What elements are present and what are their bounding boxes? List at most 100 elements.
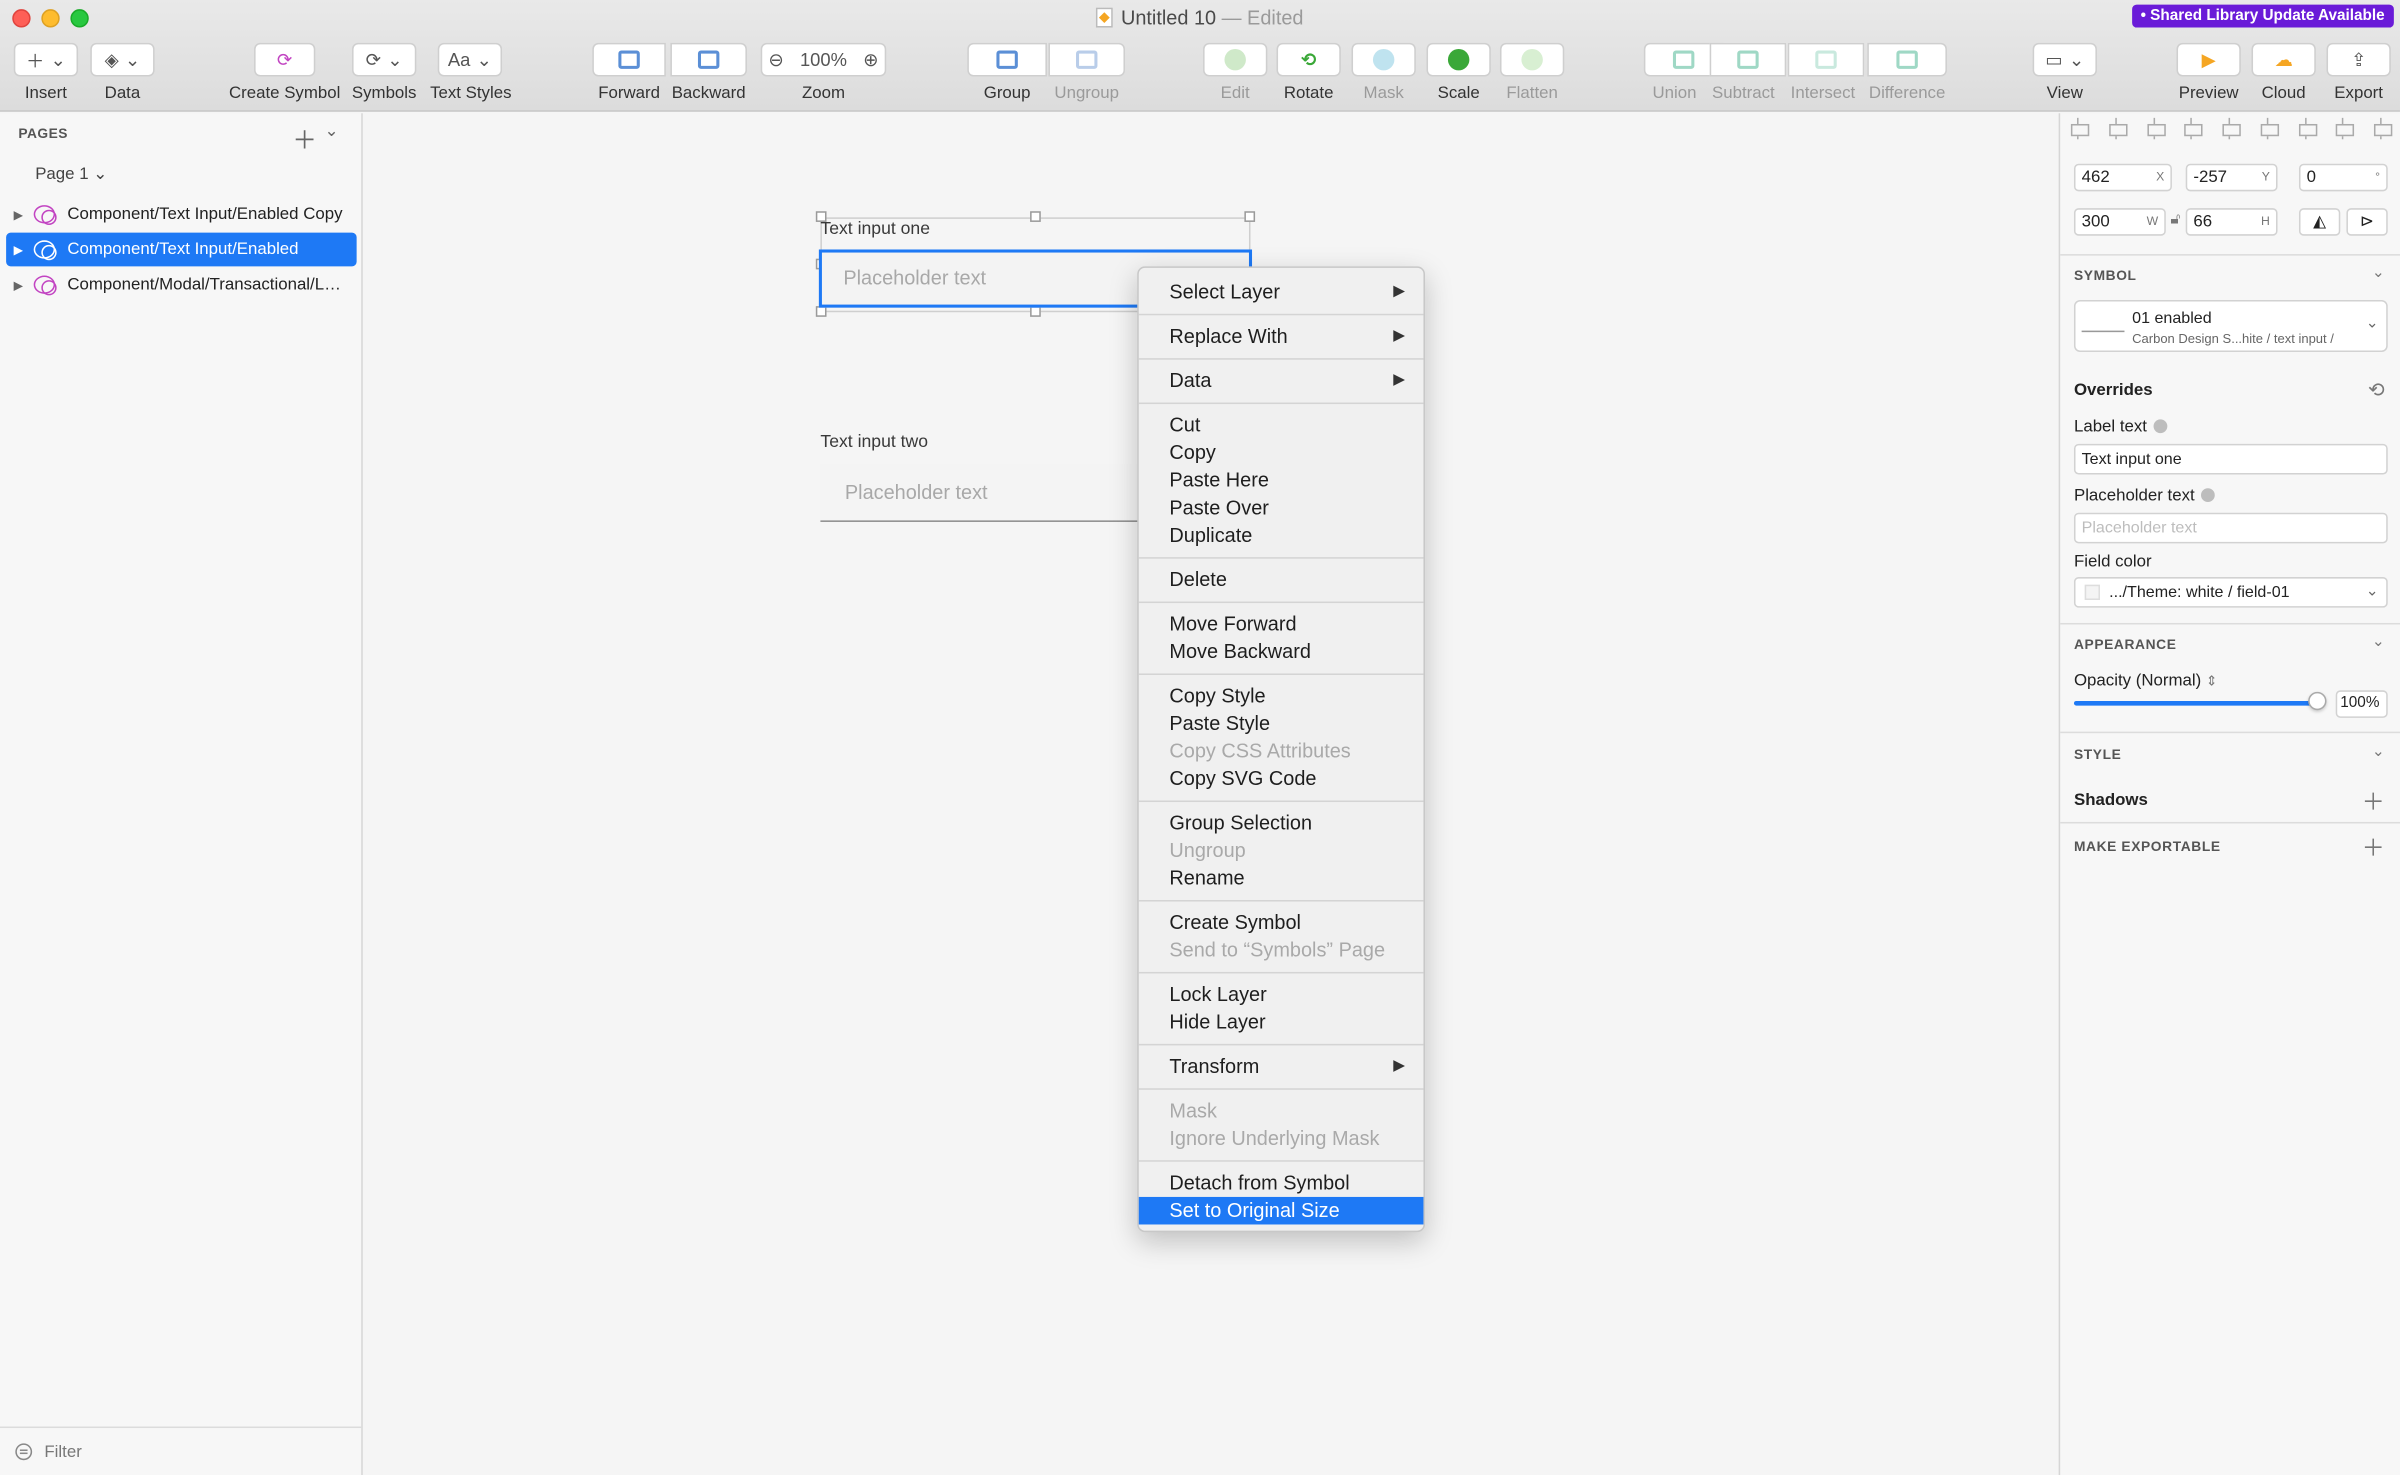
label-text-override-field[interactable]: Text input one bbox=[2073, 443, 2388, 475]
shared-library-update-badge[interactable]: • Shared Library Update Available bbox=[2131, 4, 2394, 28]
field-color-select[interactable]: .../Theme: white / field-01 ⌄ bbox=[2073, 577, 2388, 608]
resize-handle[interactable] bbox=[1030, 306, 1041, 317]
menu-item-select-layer[interactable]: Select Layer bbox=[1139, 279, 1424, 307]
menu-item-paste-style[interactable]: Paste Style bbox=[1139, 710, 1424, 738]
align-top-icon[interactable] bbox=[2297, 117, 2317, 140]
zoom-tool[interactable]: ⊖ 100% ⊕ Zoom bbox=[760, 42, 887, 103]
menu-item-data[interactable]: Data bbox=[1139, 367, 1424, 395]
menu-item-set-to-original-size[interactable]: Set to Original Size bbox=[1138, 1196, 1424, 1225]
menu-item-detach-from-symbol[interactable]: Detach from Symbol bbox=[1139, 1169, 1424, 1197]
create-symbol-tool[interactable]: ⟳ Create Symbol bbox=[227, 42, 343, 103]
forward-tool[interactable]: Forward bbox=[592, 42, 666, 103]
layer-row[interactable]: ▶ Component/Text Input/Enabled Copy bbox=[6, 197, 357, 231]
insert-tool[interactable]: ＋ ⌄ Insert bbox=[12, 42, 79, 103]
align-center-icon[interactable] bbox=[2221, 117, 2241, 140]
mask-tool[interactable]: Mask bbox=[1351, 42, 1416, 103]
ungroup-tool[interactable]: Ungroup bbox=[1048, 42, 1125, 103]
zoom-in-icon[interactable]: ⊕ bbox=[863, 49, 878, 70]
chevron-down-icon[interactable]: ⌄ bbox=[2372, 744, 2385, 761]
edit-button[interactable] bbox=[1203, 42, 1268, 77]
scale-button[interactable] bbox=[1426, 42, 1491, 77]
align-right-icon[interactable] bbox=[2259, 117, 2279, 140]
data-button[interactable]: ◈ ⌄ bbox=[90, 42, 155, 77]
menu-item-replace-with[interactable]: Replace With bbox=[1139, 323, 1424, 351]
menu-item-delete[interactable]: Delete bbox=[1139, 566, 1424, 594]
opacity-slider-thumb[interactable] bbox=[2308, 691, 2327, 711]
menu-item-copy-svg-code[interactable]: Copy SVG Code bbox=[1139, 765, 1424, 793]
chevron-down-icon[interactable]: ⌄ bbox=[2372, 265, 2385, 282]
disclosure-triangle-icon[interactable]: ▶ bbox=[6, 207, 30, 221]
menu-item-transform[interactable]: Transform bbox=[1139, 1053, 1424, 1081]
disclosure-triangle-icon[interactable]: ▶ bbox=[6, 278, 30, 292]
forward-button[interactable] bbox=[592, 42, 666, 77]
lock-proportions-icon[interactable]: 🔓︎ bbox=[2170, 211, 2180, 228]
menu-item-copy-style[interactable]: Copy Style bbox=[1139, 683, 1424, 711]
text-styles-tool[interactable]: Aa ⌄ Text Styles bbox=[430, 42, 512, 103]
placeholder-text-override-field[interactable]: Placeholder text bbox=[2073, 512, 2388, 544]
width-field[interactable]: 300 W bbox=[2073, 208, 2166, 236]
create-symbol-button[interactable]: ⟳ bbox=[254, 42, 316, 77]
zoom-out-icon[interactable]: ⊖ bbox=[768, 49, 783, 70]
align-bottom-icon[interactable] bbox=[2372, 117, 2393, 140]
resize-handle[interactable] bbox=[1030, 211, 1041, 222]
layer-row-selected[interactable]: ▶ Component/Text Input/Enabled bbox=[6, 232, 357, 267]
align-middle-icon[interactable] bbox=[2335, 117, 2355, 140]
export-button[interactable]: ⇪ bbox=[2326, 42, 2391, 77]
backward-button[interactable] bbox=[670, 42, 747, 77]
intersect-button[interactable] bbox=[1787, 42, 1865, 77]
distribute-horizontal-icon[interactable] bbox=[2069, 117, 2090, 140]
union-tool[interactable]: Union bbox=[1643, 42, 1724, 103]
opacity-label[interactable]: Opacity (Normal) ⇕ bbox=[2074, 672, 2217, 690]
menu-item-copy[interactable]: Copy bbox=[1139, 439, 1424, 467]
rotation-field[interactable]: 0 ° bbox=[2298, 163, 2388, 192]
symbol-picker[interactable]: 01 enabled Carbon Design S...hite / text… bbox=[2073, 299, 2388, 353]
y-position-field[interactable]: -257 Y bbox=[2185, 163, 2278, 192]
scale-tool[interactable]: Scale bbox=[1426, 42, 1491, 103]
export-tool[interactable]: ⇪ Export bbox=[2326, 42, 2391, 103]
disclosure-triangle-icon[interactable]: ▶ bbox=[6, 243, 30, 257]
symbols-tool[interactable]: ⟳ ⌄ Symbols bbox=[351, 42, 418, 103]
cloud-tool[interactable]: ☁ Cloud bbox=[2251, 42, 2316, 103]
menu-item-create-symbol[interactable]: Create Symbol bbox=[1139, 909, 1424, 937]
add-export-icon[interactable]: ＋ bbox=[2362, 831, 2385, 863]
layer-filter-bar[interactable]: Filter bbox=[0, 1426, 363, 1475]
flatten-button[interactable] bbox=[1499, 42, 1565, 77]
resize-handle[interactable] bbox=[1244, 211, 1256, 222]
chevron-down-icon[interactable]: ⌄ bbox=[2372, 634, 2385, 651]
group-tool[interactable]: Group bbox=[967, 42, 1047, 103]
add-shadow-icon[interactable]: ＋ bbox=[2362, 785, 2385, 817]
x-position-field[interactable]: 462 X bbox=[2073, 163, 2172, 192]
resize-handle[interactable] bbox=[815, 306, 827, 317]
opacity-value-field[interactable]: 100% bbox=[2335, 690, 2388, 718]
menu-item-hide-layer[interactable]: Hide Layer bbox=[1139, 1009, 1424, 1037]
align-left-icon[interactable] bbox=[2183, 117, 2203, 140]
flatten-tool[interactable]: Flatten bbox=[1499, 42, 1565, 103]
menu-item-group-selection[interactable]: Group Selection bbox=[1139, 810, 1424, 838]
subtract-tool[interactable]: Subtract bbox=[1709, 42, 1787, 103]
cloud-button[interactable]: ☁ bbox=[2251, 42, 2316, 77]
rotate-button[interactable]: ⟲ bbox=[1276, 42, 1341, 77]
rotate-tool[interactable]: ⟲ Rotate bbox=[1276, 42, 1341, 103]
preview-tool[interactable]: ▶ Preview bbox=[2176, 42, 2241, 103]
flip-vertical-icon[interactable]: ⊳ bbox=[2346, 208, 2388, 236]
zoom-control[interactable]: ⊖ 100% ⊕ bbox=[760, 42, 887, 77]
difference-button[interactable] bbox=[1867, 42, 1947, 77]
add-page-icon[interactable]: ＋ bbox=[292, 119, 317, 156]
insert-button[interactable]: ＋ ⌄ bbox=[13, 42, 79, 77]
intersect-tool[interactable]: Intersect bbox=[1787, 42, 1865, 103]
collapse-pages-icon[interactable]: ⌄ bbox=[324, 121, 338, 140]
subtract-button[interactable] bbox=[1709, 42, 1787, 77]
symbols-button[interactable]: ⟳ ⌄ bbox=[352, 42, 417, 77]
page-selector[interactable]: Page 1 ⌄ bbox=[35, 164, 107, 183]
data-tool[interactable]: ◈ ⌄ Data bbox=[89, 42, 156, 103]
distribute-vertical-icon[interactable] bbox=[2107, 117, 2128, 140]
backward-tool[interactable]: Backward bbox=[669, 42, 749, 103]
view-tool[interactable]: ▭ ⌄ View bbox=[2032, 42, 2097, 103]
mask-button[interactable] bbox=[1351, 42, 1416, 77]
opacity-slider-track[interactable] bbox=[2073, 701, 2316, 706]
edit-tool[interactable]: Edit bbox=[1203, 42, 1268, 103]
difference-tool[interactable]: Difference bbox=[1867, 42, 1947, 103]
menu-item-duplicate[interactable]: Duplicate bbox=[1139, 522, 1424, 550]
flip-horizontal-icon[interactable]: ◭ bbox=[2298, 208, 2341, 236]
view-button[interactable]: ▭ ⌄ bbox=[2032, 42, 2097, 77]
